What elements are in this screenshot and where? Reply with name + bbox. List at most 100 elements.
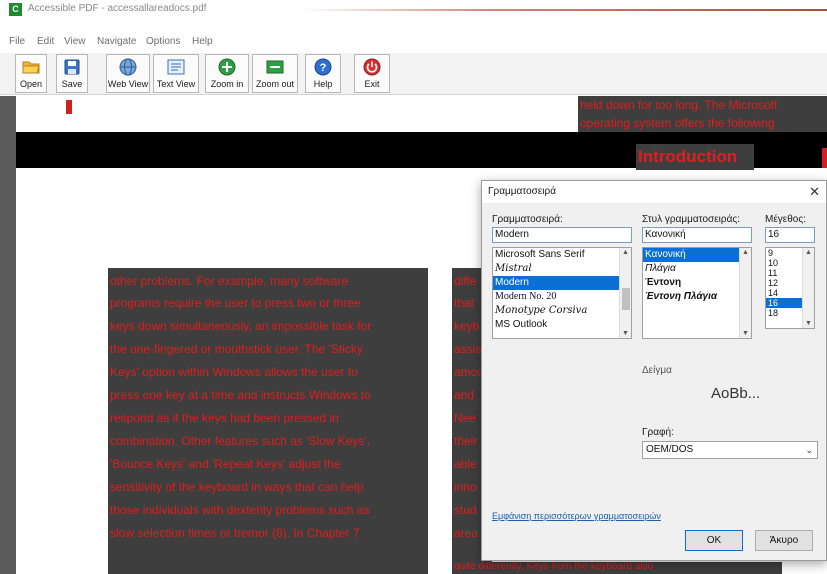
script-select[interactable]: OEM/DOS ⌄	[642, 441, 818, 459]
zoom-out-minus-icon	[265, 57, 285, 77]
text-line: combination. Other features such as 'Slo…	[110, 434, 371, 448]
menu-view[interactable]: View	[64, 36, 86, 47]
script-label: Γραφή:	[642, 427, 674, 438]
text-line: programs require the user to press two o…	[110, 296, 361, 310]
help-button-label: Help	[313, 79, 333, 89]
font-list-item[interactable]: Modern No. 20	[493, 290, 631, 304]
text-line: and	[454, 388, 475, 402]
web-view-button-label: Web View	[107, 79, 149, 89]
font-label: Γραμματοσειρά:	[492, 214, 563, 225]
top-right-text-block: held down for too long. The Microsoft op…	[578, 96, 827, 132]
menu-file[interactable]: File	[9, 36, 25, 47]
folder-open-icon	[21, 57, 41, 77]
font-style-label: Στυλ γραμματοσειράς:	[642, 214, 740, 225]
window-title: Accessible PDF - accessallareadocs.pdf	[28, 3, 207, 14]
title-bar: C Accessible PDF - accessallareadocs.pdf	[0, 0, 827, 20]
font-list-scrollbar[interactable]: ▲ ▼	[619, 248, 631, 338]
chevron-down-icon: ⌄	[805, 445, 813, 455]
text-line: Keys' option within Windows allows the u…	[110, 365, 358, 379]
font-list-item[interactable]: MS Outlook	[493, 318, 631, 332]
close-icon[interactable]: ✕	[809, 184, 820, 200]
open-button[interactable]: Open	[15, 54, 47, 93]
font-size-scrollbar[interactable]: ▲ ▼	[802, 248, 814, 328]
scroll-up-icon[interactable]: ▲	[805, 249, 812, 256]
more-fonts-link[interactable]: Εμφάνιση περισσότερων γραμματοσειρών	[492, 511, 661, 521]
text-line: other problems. For example, many softwa…	[110, 274, 349, 288]
web-view-button[interactable]: Web View	[106, 54, 150, 93]
font-style-item[interactable]: Έντονη Πλάγια	[643, 290, 751, 304]
menu-edit[interactable]: Edit	[37, 36, 54, 47]
text-line: their	[454, 434, 478, 448]
text-line: able	[454, 457, 477, 471]
text-line: Nee	[454, 411, 477, 425]
exit-button-label: Exit	[364, 79, 380, 89]
font-list-item[interactable]: Microsoft Sans Serif	[493, 248, 631, 262]
text-line: quite differently. Keys from the keyboar…	[454, 562, 654, 572]
text-view-button-label: Text View	[156, 79, 196, 89]
text-line: keys down simultaneously, an impossible …	[110, 319, 372, 333]
font-style-scrollbar[interactable]: ▲ ▼	[739, 248, 751, 338]
text-line: diffe	[454, 274, 477, 288]
font-size-list[interactable]: 9 10 11 12 14 16 18 ▲ ▼	[765, 247, 815, 329]
menu-navigate[interactable]: Navigate	[97, 36, 136, 47]
exit-power-icon	[362, 57, 382, 77]
font-style-item[interactable]: Πλάγια	[643, 262, 751, 276]
text-line: sensitivity of the keyboard in ways that…	[110, 480, 364, 494]
text-line: press one key at a time and instructs Wi…	[110, 388, 371, 402]
toolbar: Open Save Web View Text View Zoom in Zoo…	[0, 53, 827, 95]
font-size-input[interactable]: 16	[765, 227, 815, 243]
save-button-label: Save	[61, 79, 83, 89]
script-select-value: OEM/DOS	[646, 444, 694, 455]
zoom-in-plus-icon	[217, 57, 237, 77]
text-line: stud	[454, 503, 477, 517]
scroll-thumb[interactable]	[622, 288, 630, 310]
app-logo-icon: C	[9, 3, 22, 16]
help-question-icon: ?	[313, 57, 333, 77]
text-document-icon	[166, 57, 186, 77]
ok-button[interactable]: OK	[685, 530, 743, 551]
text-line: held down for too long. The Microsoft	[580, 98, 778, 112]
bottom-text-strip: quite differently. Keys from the keyboar…	[452, 562, 782, 574]
sample-preview-text: AoBb...	[711, 385, 761, 402]
font-list-item-selected[interactable]: Modern	[493, 276, 631, 290]
cancel-button[interactable]: Άκυρο	[755, 530, 813, 551]
title-accent-line	[300, 9, 827, 11]
font-list-item[interactable]: Monotype Corsiva	[493, 304, 631, 318]
open-button-label: Open	[19, 79, 43, 89]
text-line: keyb	[454, 319, 480, 333]
scroll-up-icon[interactable]: ▲	[742, 249, 749, 256]
text-line: inno	[454, 480, 477, 494]
scroll-down-icon[interactable]: ▼	[805, 320, 812, 327]
zoom-in-button-label: Zoom in	[210, 79, 244, 89]
font-style-item[interactable]: Έντονη	[643, 276, 751, 290]
text-line: that	[454, 296, 475, 310]
text-line: 'Bounce Keys' and 'Repeat Keys' adjust t…	[110, 457, 341, 471]
floppy-disk-icon	[62, 57, 82, 77]
font-name-input[interactable]: Modern	[492, 227, 632, 243]
menu-help[interactable]: Help	[192, 36, 213, 47]
left-text-column: other problems. For example, many softwa…	[108, 268, 428, 574]
font-style-item-selected[interactable]: Κανονική	[643, 248, 751, 262]
menu-options[interactable]: Options	[146, 36, 180, 47]
help-button[interactable]: ? Help	[305, 54, 341, 93]
globe-icon	[118, 57, 138, 77]
font-list[interactable]: Microsoft Sans Serif Mistral Modern Mode…	[492, 247, 632, 339]
text-line: area	[454, 526, 479, 540]
text-line: those individuals with dexterity problem…	[110, 503, 370, 517]
exit-button[interactable]: Exit	[354, 54, 390, 93]
svg-text:?: ?	[320, 62, 327, 74]
scroll-down-icon[interactable]: ▼	[622, 330, 629, 337]
font-style-list[interactable]: Κανονική Πλάγια Έντονη Έντονη Πλάγια ▲ ▼	[642, 247, 752, 339]
text-line: the one-fingered or mouthstick user. The…	[110, 342, 363, 356]
font-list-item[interactable]: Mistral	[493, 262, 631, 276]
red-marker	[66, 100, 72, 114]
zoom-out-button[interactable]: Zoom out	[252, 54, 298, 93]
scroll-up-icon[interactable]: ▲	[622, 249, 629, 256]
text-line: assis	[454, 342, 482, 356]
dialog-title-bar: Γραμματοσειρά ✕	[482, 181, 826, 203]
scroll-down-icon[interactable]: ▼	[742, 330, 749, 337]
zoom-in-button[interactable]: Zoom in	[205, 54, 249, 93]
text-view-button[interactable]: Text View	[153, 54, 199, 93]
font-style-input[interactable]: Κανονική	[642, 227, 752, 243]
save-button[interactable]: Save	[56, 54, 88, 93]
